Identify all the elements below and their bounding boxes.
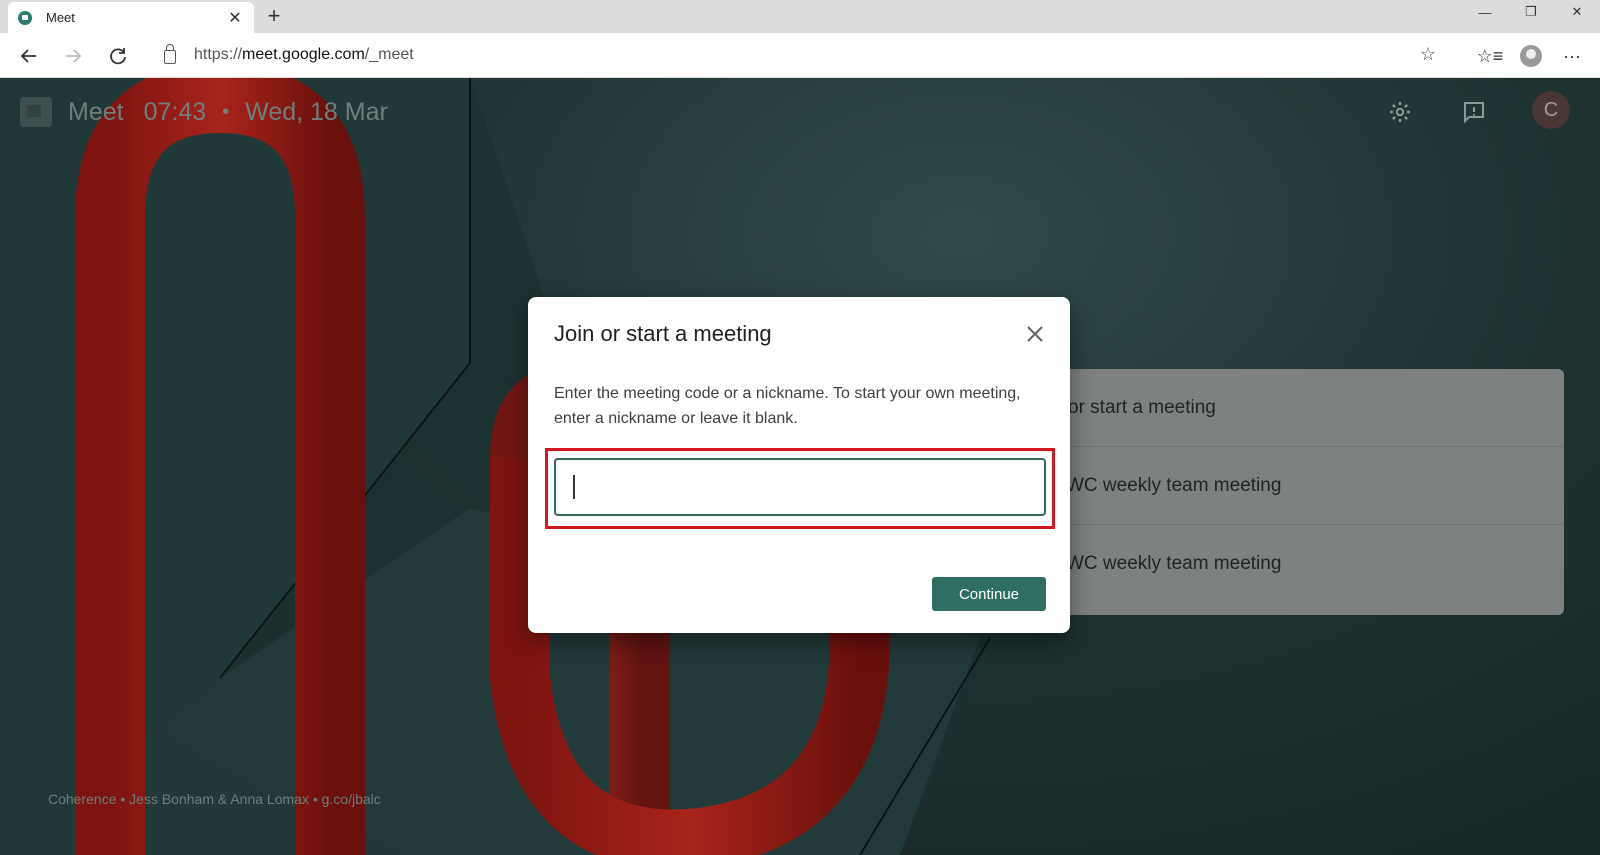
continue-button[interactable]: Continue <box>932 577 1046 611</box>
more-menu-icon[interactable]: ··· <box>1556 41 1588 71</box>
favorite-star-icon[interactable]: ☆ <box>1420 44 1436 65</box>
browser-tab-meet[interactable]: Meet ✕ <box>8 2 254 33</box>
list-item[interactable]: WC weekly team meeting <box>1020 525 1564 603</box>
dialog-close-button[interactable] <box>1022 321 1048 347</box>
gear-icon <box>1390 102 1410 122</box>
minimize-button[interactable]: — <box>1462 0 1508 24</box>
meet-header: Meet 07:43 • Wed, 18 Mar <box>20 92 388 132</box>
meet-title: Meet <box>68 97 124 126</box>
window-controls: — ❐ ✕ <box>1462 0 1600 24</box>
account-avatar[interactable]: C <box>1532 91 1570 129</box>
address-bar[interactable]: https://meet.google.com/_meet ☆ <box>150 38 1446 72</box>
feedback-button[interactable] <box>1456 94 1492 130</box>
tab-close-icon[interactable]: ✕ <box>226 8 244 28</box>
text-caret <box>573 475 575 499</box>
favorites-list-icon[interactable]: ☆≡ <box>1474 41 1506 71</box>
current-time: 07:43 <box>143 97 207 126</box>
tab-title: Meet <box>46 10 75 25</box>
reload-icon <box>110 48 126 65</box>
profile-icon[interactable] <box>1520 45 1542 67</box>
meet-logo-icon <box>20 97 52 127</box>
time-date-separator: • <box>222 100 230 123</box>
browser-tabstrip: Meet ✕ + — ❐ ✕ <box>0 0 1600 33</box>
browser-toolbar: https://meet.google.com/_meet ☆ ☆≡ ··· <box>0 33 1600 78</box>
meetings-list: or start a meeting WC weekly team meetin… <box>1020 369 1564 615</box>
feedback-icon <box>1464 102 1484 124</box>
list-item[interactable]: or start a meeting <box>1020 369 1564 447</box>
dialog-title: Join or start a meeting <box>554 321 772 346</box>
settings-button[interactable] <box>1382 94 1418 130</box>
meeting-code-input[interactable] <box>554 458 1046 516</box>
restore-button[interactable]: ❐ <box>1508 0 1554 24</box>
forward-arrow-icon <box>66 49 82 63</box>
forward-button[interactable] <box>58 41 88 71</box>
lock-icon <box>164 44 176 64</box>
meet-favicon-icon <box>18 10 32 25</box>
dialog-description: Enter the meeting code or a nickname. To… <box>554 385 1021 427</box>
url-text: https://meet.google.com/_meet <box>194 46 414 63</box>
back-arrow-icon <box>20 49 36 63</box>
current-date: Wed, 18 Mar <box>245 97 388 126</box>
back-button[interactable] <box>14 41 44 71</box>
new-tab-button[interactable]: + <box>262 2 286 30</box>
reload-button[interactable] <box>103 41 133 71</box>
close-icon <box>1027 326 1043 342</box>
toolbar-actions: ☆≡ ··· <box>1474 41 1588 71</box>
artwork-credits: Coherence • Jess Bonham & Anna Lomax • g… <box>48 791 381 807</box>
list-item[interactable]: WC weekly team meeting <box>1020 447 1564 525</box>
close-window-button[interactable]: ✕ <box>1554 0 1600 24</box>
